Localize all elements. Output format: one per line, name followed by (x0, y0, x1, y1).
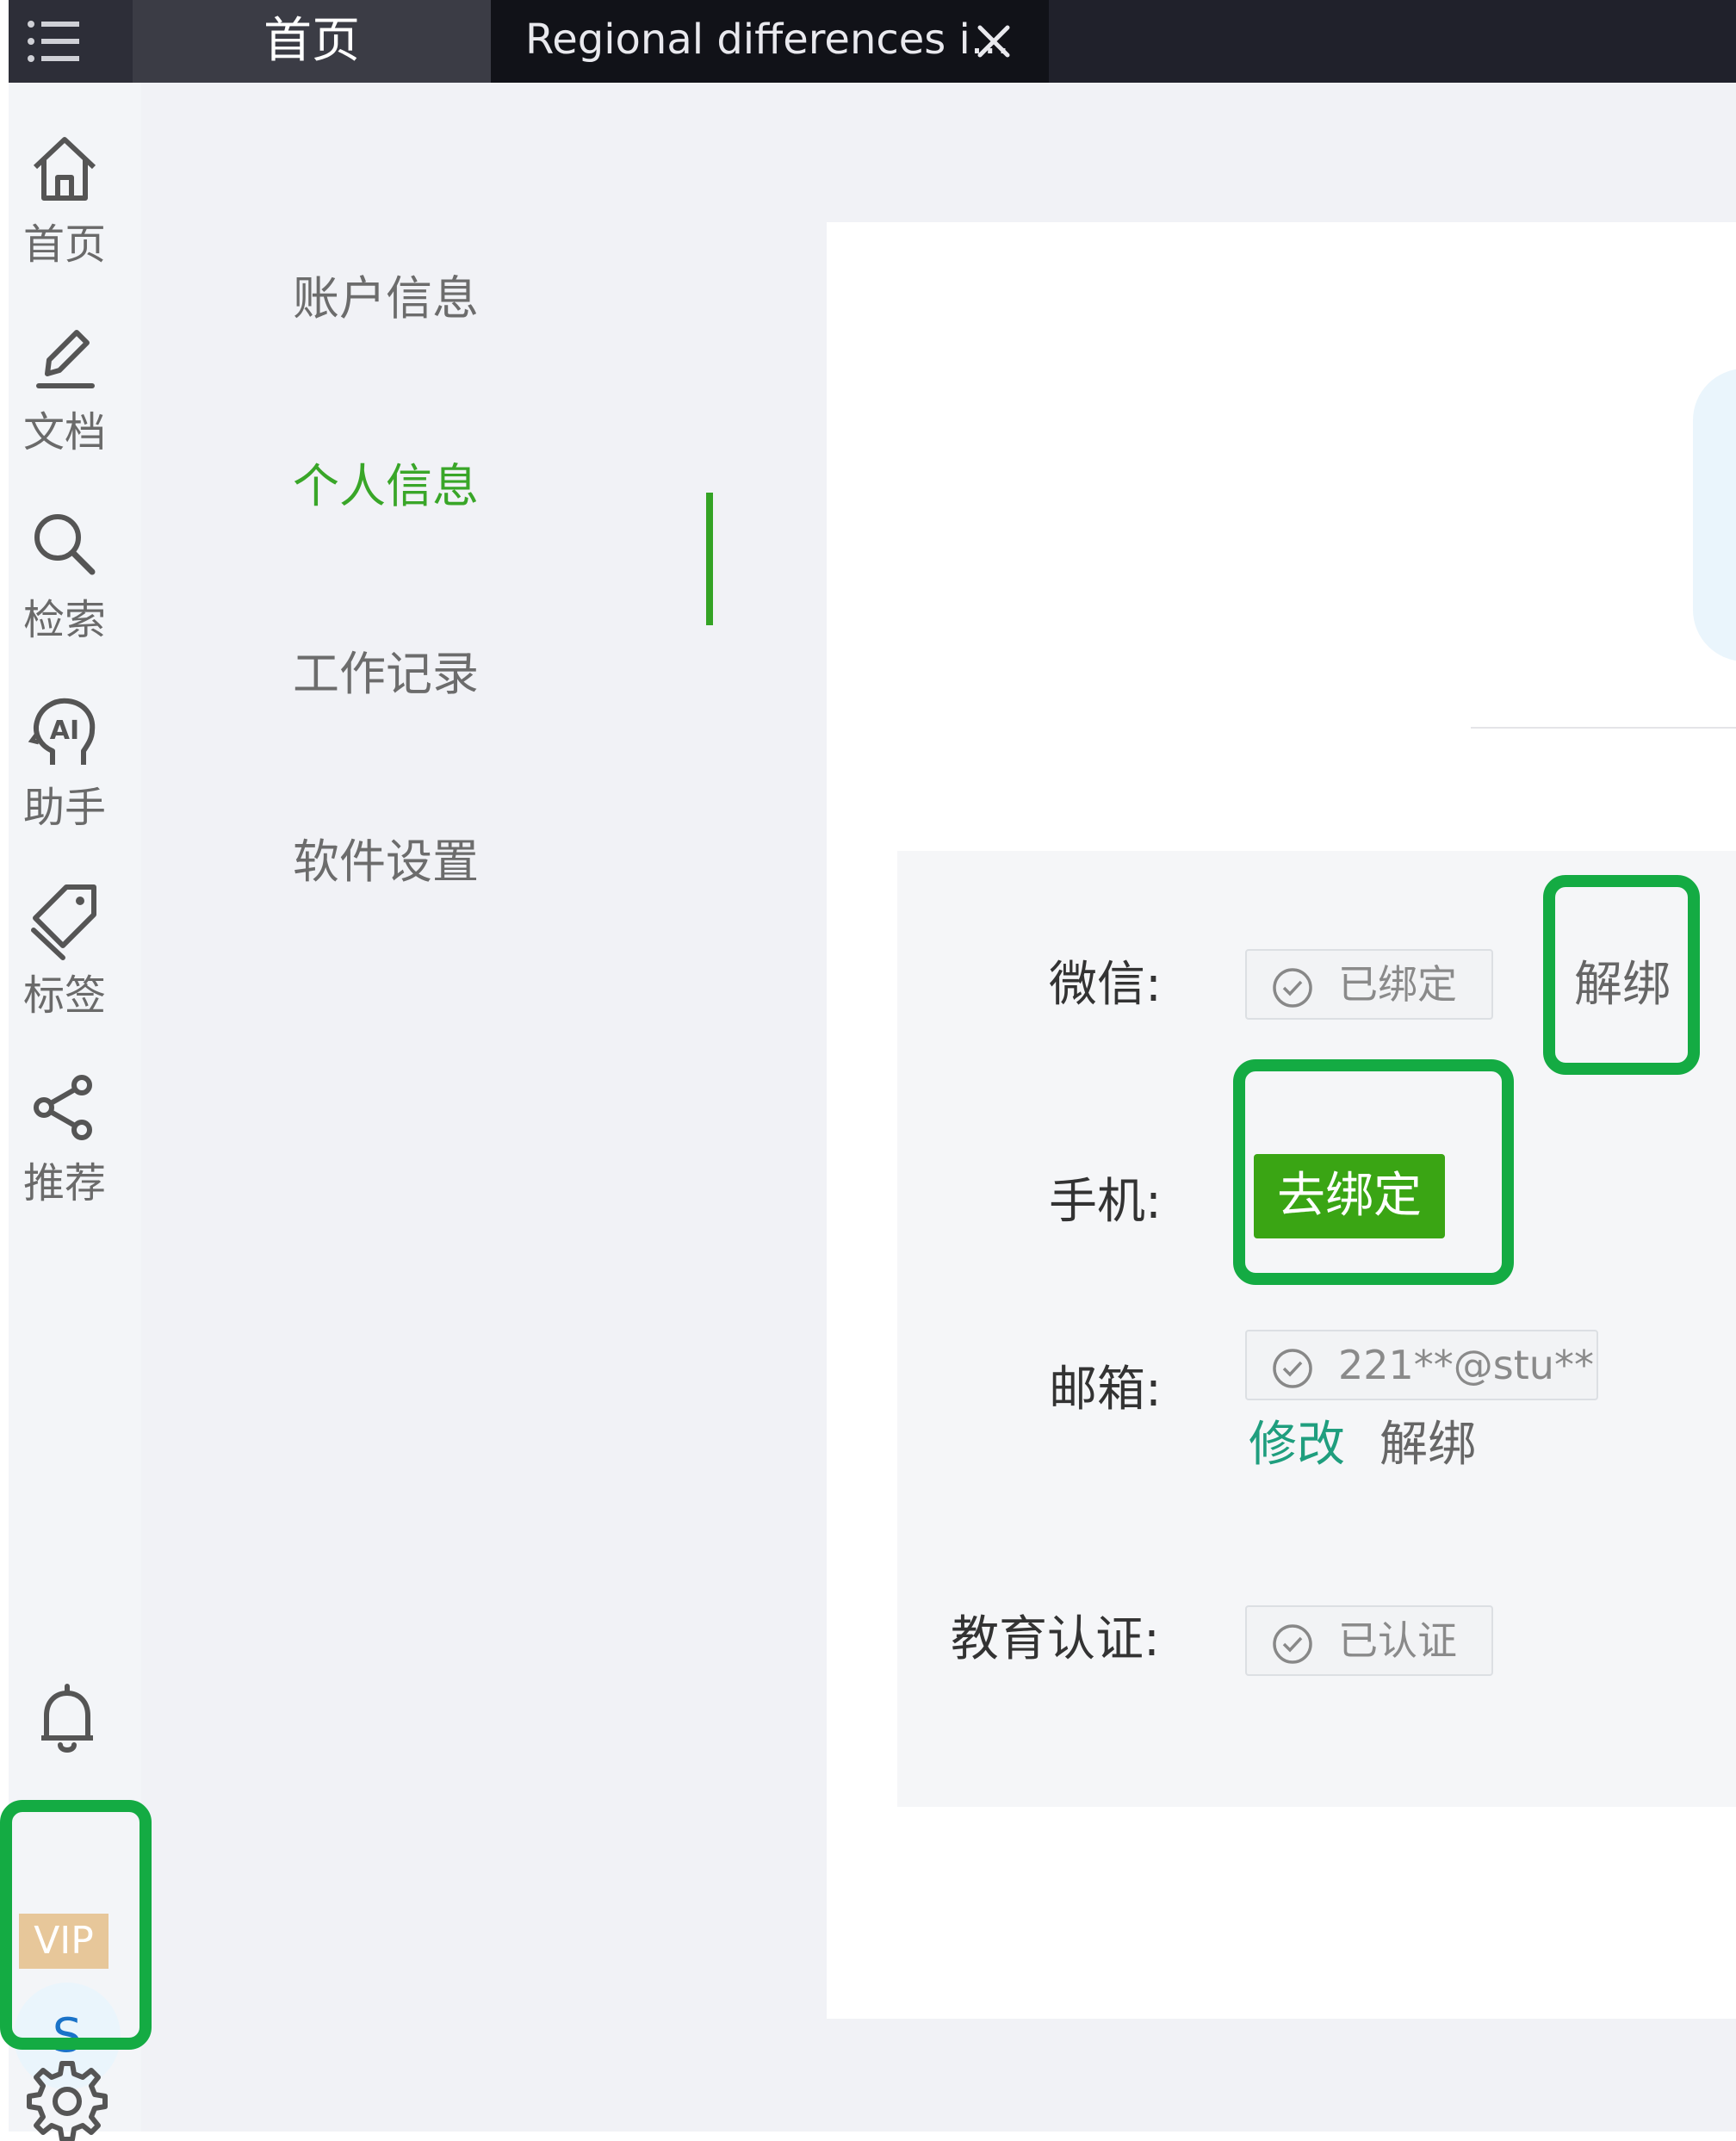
edu-label: 教育认证: (951, 1611, 1160, 1667)
email-label: 邮箱: (1049, 1362, 1162, 1418)
email-value-text: 221**@stu** (1338, 1342, 1594, 1388)
rail-item-label: 检索 (22, 596, 106, 644)
rail-item-label: 标签 (22, 971, 106, 1020)
settings-subnav: 账户信息 个人信息 工作记录 软件设置 (141, 83, 827, 2132)
wechat-status-text: 已绑定 (1338, 961, 1457, 1008)
title-bar: 首页 Regional differences i... (9, 0, 1736, 83)
bell-icon[interactable] (26, 1678, 108, 1760)
highlight-wechat-unbind (1543, 875, 1700, 1075)
edu-status-text: 已认证 (1338, 1617, 1457, 1664)
subnav-item-settings[interactable]: 软件设置 (293, 823, 479, 891)
rail-item-assistant[interactable]: AI 助手 (9, 691, 121, 863)
rail-item-recommend[interactable]: 推荐 (9, 1066, 121, 1238)
ai-head-icon: AI (28, 698, 96, 765)
tab-document-title: Regional differences i... (525, 16, 1010, 64)
svg-text:AI: AI (50, 716, 79, 746)
check-circle-icon (1273, 1349, 1312, 1388)
list-menu-icon (28, 21, 79, 62)
close-icon[interactable] (975, 22, 1013, 60)
wechat-label: 微信: (1049, 957, 1162, 1013)
edu-status: 已认证 (1245, 1605, 1493, 1676)
home-icon (33, 137, 96, 201)
rail-item-label: 助手 (22, 784, 106, 832)
pen-icon (36, 330, 95, 388)
active-indicator (706, 493, 713, 625)
tab-document[interactable]: Regional differences i... (491, 0, 1049, 83)
check-circle-icon (1273, 1624, 1312, 1664)
gear-icon[interactable] (24, 2055, 110, 2141)
rail-item-tags[interactable]: 标签 (9, 878, 121, 1051)
rail-item-label: 推荐 (22, 1159, 106, 1207)
tab-home[interactable]: 首页 (133, 0, 491, 83)
highlight-vip-avatar (0, 1800, 152, 2050)
email-modify-link[interactable]: 修改 (1249, 1406, 1345, 1475)
rail-item-search[interactable]: 检索 (9, 503, 121, 675)
rail-item-home[interactable]: 首页 (9, 127, 121, 300)
rail-item-label: 首页 (22, 220, 106, 269)
subnav-item-account[interactable]: 账户信息 (293, 260, 479, 328)
share-icon (34, 1075, 92, 1140)
email-unbind-link[interactable]: 解绑 (1380, 1406, 1476, 1475)
email-status: 221**@stu** (1245, 1330, 1598, 1400)
rail-item-docs[interactable]: 文档 (9, 315, 121, 487)
rail-item-label: 文档 (22, 408, 106, 456)
subnav-item-worklog[interactable]: 工作记录 (293, 636, 479, 704)
divider (1471, 727, 1736, 729)
phone-label: 手机: (1049, 1174, 1162, 1230)
wechat-status: 已绑定 (1245, 949, 1493, 1020)
subnav-item-personal[interactable]: 个人信息 (293, 448, 479, 516)
highlight-phone-bind (1233, 1059, 1514, 1285)
tag-icon (31, 884, 96, 960)
menu-button[interactable] (9, 0, 133, 83)
profile-avatar-edge (1693, 369, 1736, 661)
check-circle-icon (1273, 968, 1312, 1008)
search-icon (34, 514, 96, 575)
